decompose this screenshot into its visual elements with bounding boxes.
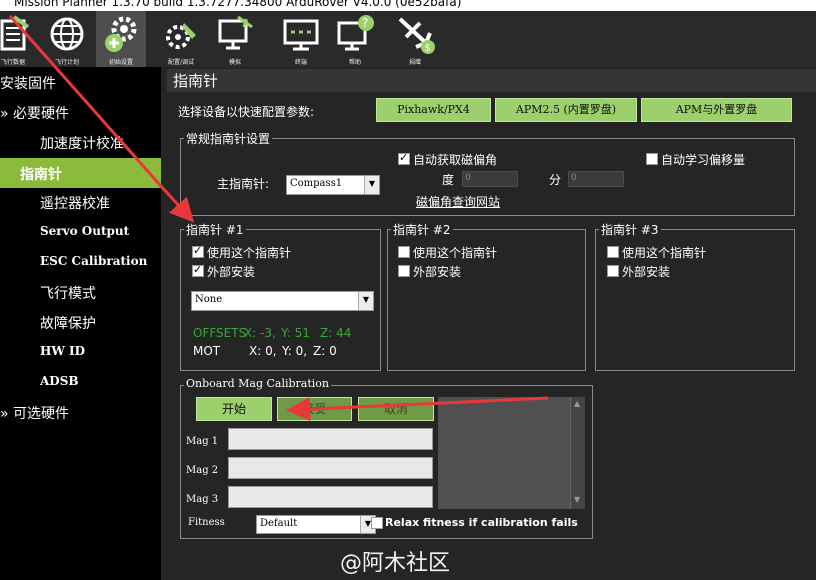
arrow-to-compass-item (8, 15, 162, 186)
annotation-arrows (8, 15, 549, 422)
arrow-to-start-button (286, 396, 549, 422)
arrow-to-compass-group (158, 183, 195, 223)
watermark: @阿木社区 (340, 551, 451, 576)
